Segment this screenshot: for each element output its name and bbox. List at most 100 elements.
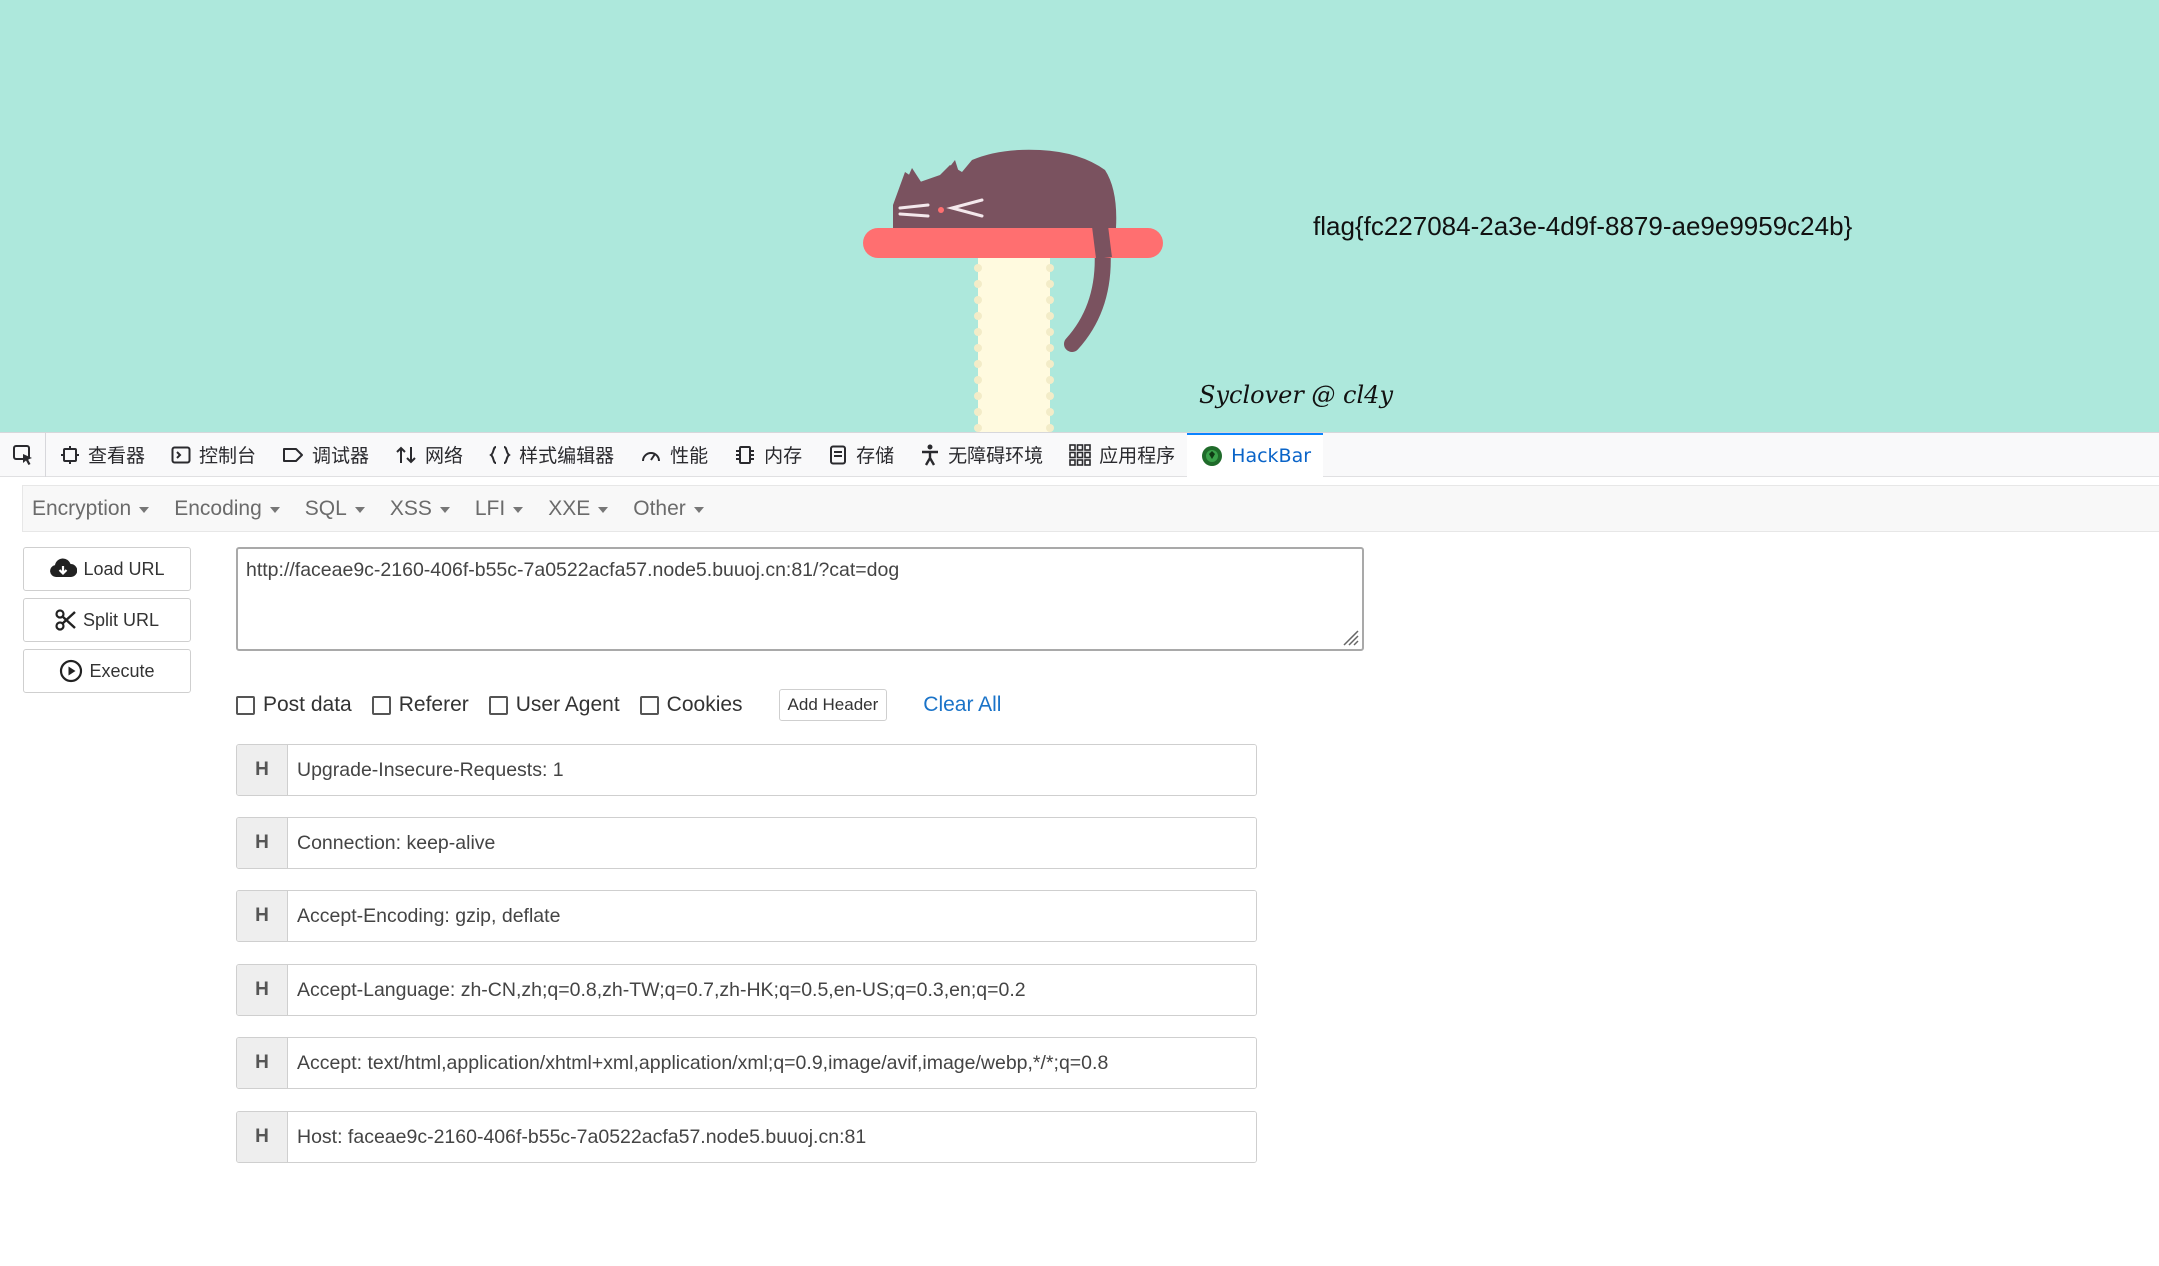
header-prefix: H	[237, 965, 288, 1015]
menu-encryption[interactable]: Encryption	[23, 486, 165, 531]
caret-down-icon	[513, 506, 524, 513]
hackbar-menu: Encryption Encoding SQL XSS LFI XXE Othe…	[22, 485, 2159, 532]
checkbox-label: User Agent	[515, 693, 620, 716]
menu-other[interactable]: Other	[624, 486, 720, 531]
caret-down-icon	[693, 506, 704, 513]
checkbox-box[interactable]	[639, 695, 659, 715]
tab-label: 网络	[425, 445, 464, 467]
menu-sql[interactable]: SQL	[296, 486, 381, 531]
menu-label: XSS	[389, 496, 432, 520]
scissors-icon	[55, 609, 76, 631]
scratching-post	[974, 240, 1054, 432]
devtools-toolbar: 查看器 控制台 调试器 网络 样式编辑器 性能 内存 存储 无障碍环境 应用程序…	[0, 432, 2159, 477]
checkbox-box[interactable]	[488, 695, 508, 715]
menu-label: Encoding	[174, 496, 262, 520]
url-textarea[interactable]: http://faceae9c-2160-406f-b55c-7a0522acf…	[236, 547, 1364, 651]
button-label: Split URL	[82, 609, 160, 630]
clear-all-link[interactable]: Clear All	[923, 693, 1001, 717]
header-row: H Accept: text/html,application/xhtml+xm…	[236, 1037, 1257, 1089]
add-header-button[interactable]: Add Header	[778, 689, 888, 721]
tab-label: HackBar	[1231, 444, 1312, 467]
menu-label: Encryption	[32, 496, 132, 520]
checkbox-label: Post data	[263, 693, 352, 716]
tab-memory[interactable]: 内存	[720, 433, 814, 477]
style-editor-icon	[489, 445, 511, 464]
checkbox-box[interactable]	[371, 695, 391, 715]
resize-handle-icon[interactable]	[1338, 625, 1360, 647]
menu-xss[interactable]: XSS	[381, 486, 466, 531]
console-icon	[171, 446, 191, 463]
inspector-icon	[61, 445, 79, 464]
header-input[interactable]: Accept: text/html,application/xhtml+xml,…	[288, 1038, 1256, 1088]
storage-icon	[830, 445, 847, 464]
post-data-checkbox[interactable]: Post data	[236, 693, 352, 717]
menu-xxe[interactable]: XXE	[539, 486, 624, 531]
tab-network[interactable]: 网络	[381, 433, 475, 477]
checkbox-label: Referer	[398, 693, 469, 716]
caret-down-icon	[139, 506, 150, 513]
user-agent-checkbox[interactable]: User Agent	[488, 693, 620, 717]
header-input[interactable]: Connection: keep-alive	[288, 818, 1256, 868]
debugger-icon	[283, 447, 304, 462]
application-icon	[1069, 443, 1091, 466]
menu-encoding[interactable]: Encoding	[165, 486, 296, 531]
tab-label: 应用程序	[1099, 445, 1176, 467]
header-input[interactable]: Accept-Encoding: gzip, deflate	[288, 891, 1256, 941]
header-prefix: H	[237, 818, 288, 868]
tab-inspector[interactable]: 查看器	[46, 433, 157, 477]
tab-storage[interactable]: 存储	[814, 433, 906, 477]
shelf	[863, 228, 1163, 258]
button-label: Execute	[89, 660, 155, 681]
hackbar-panel: Encryption Encoding SQL XSS LFI XXE Othe…	[0, 477, 2159, 1266]
network-icon	[396, 446, 416, 463]
header-row: H Host: faceae9c-2160-406f-b55c-7a0522ac…	[236, 1111, 1257, 1163]
tab-style-editor[interactable]: 样式编辑器	[475, 433, 626, 477]
checkbox-box[interactable]	[236, 695, 255, 715]
header-prefix: H	[237, 745, 288, 795]
load-url-button[interactable]: Load URL	[23, 547, 191, 591]
signature-text: Syclover @ cl4y	[1199, 381, 1394, 409]
header-row: H Accept-Encoding: gzip, deflate	[236, 890, 1257, 942]
split-url-button[interactable]: Split URL	[23, 598, 191, 642]
tab-label: 查看器	[88, 445, 146, 467]
header-row: H Connection: keep-alive	[236, 817, 1257, 869]
tab-hackbar[interactable]: HackBar	[1187, 432, 1324, 477]
tab-label: 存储	[856, 445, 895, 467]
caret-down-icon	[598, 506, 609, 513]
tab-label: 性能	[670, 445, 709, 467]
button-label: Load URL	[83, 558, 165, 579]
execute-button[interactable]: Execute	[23, 649, 191, 693]
menu-label: LFI	[474, 496, 506, 520]
tab-performance[interactable]: 性能	[626, 433, 720, 477]
menu-label: XXE	[548, 496, 591, 520]
header-input[interactable]: Upgrade-Insecure-Requests: 1	[288, 745, 1256, 795]
tab-application[interactable]: 应用程序	[1055, 433, 1187, 477]
header-input[interactable]: Accept-Language: zh-CN,zh;q=0.8,zh-TW;q=…	[288, 965, 1256, 1015]
header-row: H Accept-Language: zh-CN,zh;q=0.8,zh-TW;…	[236, 964, 1257, 1016]
referer-checkbox[interactable]: Referer	[371, 693, 469, 717]
tab-accessibility[interactable]: 无障碍环境	[906, 433, 1055, 477]
memory-icon	[736, 445, 755, 464]
hackbar-icon	[1202, 445, 1223, 466]
url-text: http://faceae9c-2160-406f-b55c-7a0522acf…	[246, 559, 900, 581]
tab-console[interactable]: 控制台	[157, 433, 268, 477]
header-prefix: H	[237, 891, 288, 941]
tab-label: 样式编辑器	[519, 445, 615, 467]
caret-down-icon	[354, 506, 365, 513]
tab-debugger[interactable]: 调试器	[268, 433, 381, 477]
header-input[interactable]: Host: faceae9c-2160-406f-b55c-7a0522acfa…	[288, 1112, 1256, 1162]
cookies-checkbox[interactable]: Cookies	[639, 693, 743, 717]
element-picker-icon[interactable]	[0, 432, 46, 477]
tab-label: 无障碍环境	[948, 445, 1044, 467]
page-viewport: flag{fc227084-2a3e-4d9f-8879-ae9e9959c24…	[0, 0, 2159, 432]
tab-label: 内存	[764, 445, 803, 467]
menu-lfi[interactable]: LFI	[466, 486, 539, 531]
tab-label: 调试器	[312, 445, 370, 467]
header-prefix: H	[237, 1112, 288, 1162]
play-circle-icon	[60, 659, 83, 683]
flag-text: flag{fc227084-2a3e-4d9f-8879-ae9e9959c24…	[1313, 211, 1853, 241]
performance-icon	[642, 451, 661, 461]
cloud-download-icon	[50, 558, 78, 577]
header-row: H Upgrade-Insecure-Requests: 1	[236, 744, 1257, 796]
tab-label: 控制台	[199, 445, 257, 467]
